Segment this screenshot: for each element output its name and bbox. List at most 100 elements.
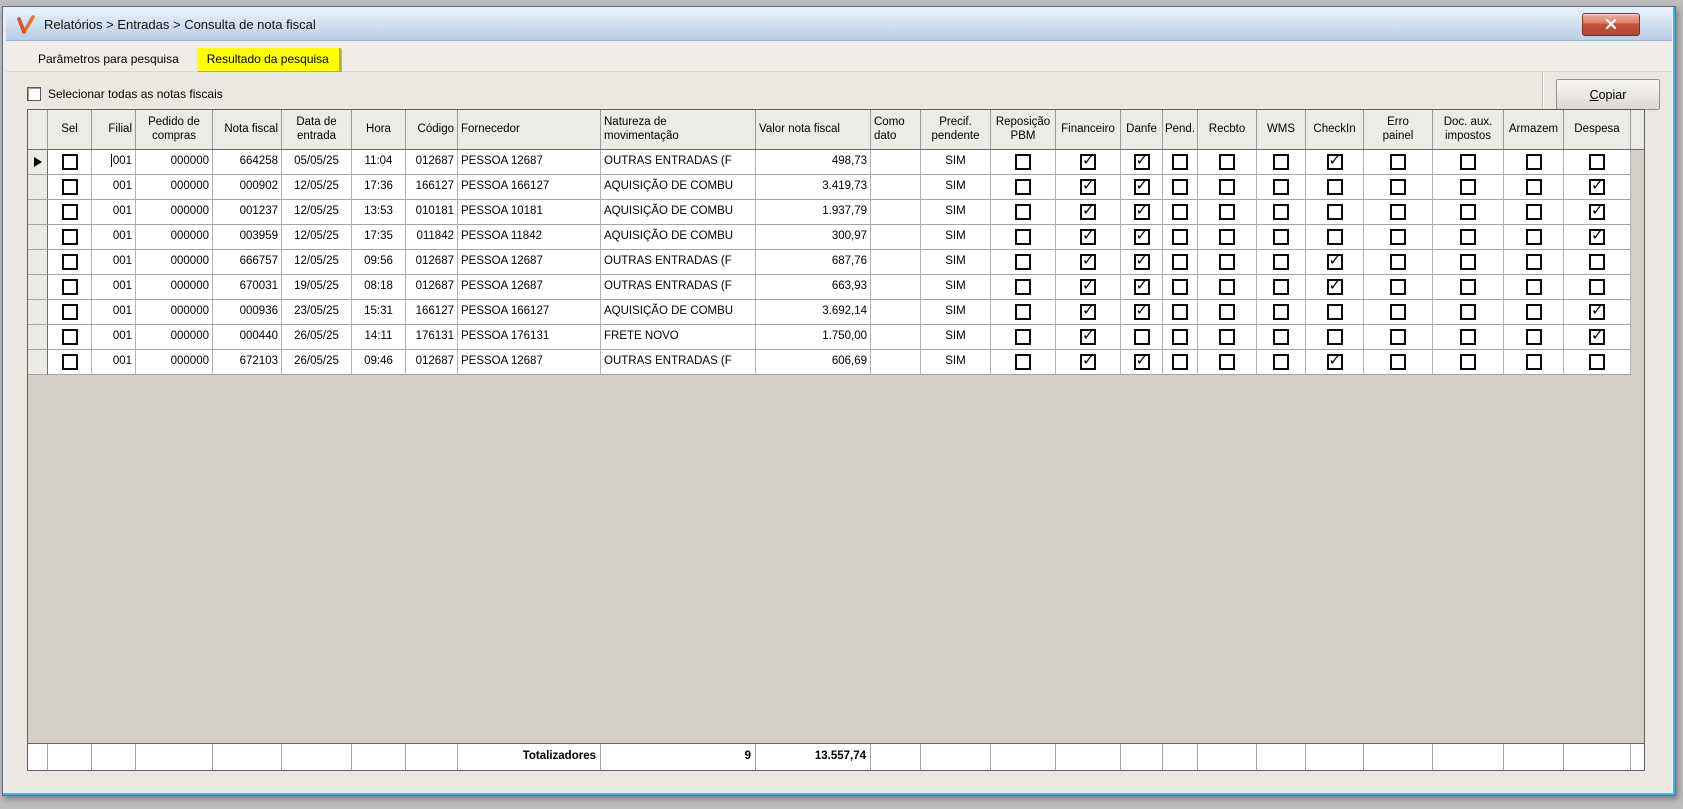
armazem-checkbox[interactable]	[1525, 354, 1542, 370]
sel-checkbox[interactable]	[61, 179, 78, 195]
tab-resultado-pesquisa[interactable]: Resultado da pesquisa	[196, 48, 341, 71]
checkin-checkbox[interactable]	[1326, 204, 1343, 220]
cell-nota[interactable]: 670031	[213, 275, 282, 300]
titlebar[interactable]: Relatórios > Entradas > Consulta de nota…	[6, 9, 1672, 41]
financeiro-checkbox[interactable]	[1080, 228, 1096, 245]
recbto-checkbox[interactable]	[1219, 179, 1235, 195]
sel-checkbox[interactable]	[61, 304, 78, 320]
cell-nota[interactable]: 003959	[213, 225, 282, 250]
cell-codigo[interactable]: 010181	[406, 200, 458, 225]
checkin-checkbox[interactable]	[1326, 278, 1343, 295]
doc_aux-checkbox[interactable]	[1460, 179, 1476, 195]
cell-valor[interactable]: 663,93	[756, 275, 871, 300]
cell-hora[interactable]: 15:31	[352, 300, 406, 325]
column-header-checkin[interactable]: CheckIn	[1306, 110, 1364, 150]
cell-codigo[interactable]: 166127	[406, 175, 458, 200]
column-header-pend[interactable]: Pend.	[1163, 110, 1198, 150]
erro_painel-checkbox[interactable]	[1390, 154, 1406, 170]
cell-natureza[interactable]: AQUISIÇÃO DE COMBU	[601, 175, 756, 200]
wms-checkbox[interactable]	[1273, 154, 1289, 170]
wms-checkbox[interactable]	[1273, 304, 1289, 320]
column-header-hora[interactable]: Hora	[352, 110, 406, 150]
cell-nota[interactable]: 666757	[213, 250, 282, 275]
armazem-checkbox[interactable]	[1525, 254, 1542, 270]
cell-data[interactable]: 12/05/25	[282, 175, 352, 200]
cell-nota[interactable]: 001237	[213, 200, 282, 225]
danfe-checkbox[interactable]	[1133, 178, 1150, 195]
erro_painel-checkbox[interactable]	[1390, 304, 1406, 320]
column-header-recbto[interactable]: Recbto	[1198, 110, 1257, 150]
sel-checkbox[interactable]	[61, 154, 78, 170]
sel-checkbox[interactable]	[61, 254, 78, 270]
cell-fornecedor[interactable]: PESSOA 12687	[458, 275, 601, 300]
sel-checkbox[interactable]	[61, 204, 78, 220]
cell-nota[interactable]: 000902	[213, 175, 282, 200]
column-header-como_dato[interactable]: Como dato	[871, 110, 921, 150]
doc_aux-checkbox[interactable]	[1460, 154, 1476, 170]
reposicao-checkbox[interactable]	[1015, 154, 1031, 170]
cell-nota[interactable]: 000440	[213, 325, 282, 350]
cell-precif[interactable]: SIM	[921, 250, 991, 275]
despesa-checkbox[interactable]	[1589, 279, 1605, 295]
cell-hora[interactable]: 17:36	[352, 175, 406, 200]
pend-checkbox[interactable]	[1172, 204, 1188, 220]
despesa-checkbox[interactable]	[1589, 154, 1605, 170]
cell-natureza[interactable]: AQUISIÇÃO DE COMBU	[601, 200, 756, 225]
cell-valor[interactable]: 606,69	[756, 350, 871, 375]
cell-pedido[interactable]: 000000	[136, 175, 213, 200]
cell-fornecedor[interactable]: PESSOA 12687	[458, 150, 601, 175]
pend-checkbox[interactable]	[1172, 254, 1188, 270]
cell-data[interactable]: 23/05/25	[282, 300, 352, 325]
armazem-checkbox[interactable]	[1525, 329, 1542, 345]
armazem-checkbox[interactable]	[1525, 154, 1542, 170]
column-header-despesa[interactable]: Despesa	[1564, 110, 1631, 150]
cell-como_dato[interactable]	[871, 150, 921, 175]
financeiro-checkbox[interactable]	[1080, 278, 1096, 295]
cell-pedido[interactable]: 000000	[136, 150, 213, 175]
cell-hora[interactable]: 09:56	[352, 250, 406, 275]
danfe-checkbox[interactable]	[1133, 153, 1150, 170]
column-header-erro_painel[interactable]: Erro painel	[1364, 110, 1433, 150]
checkin-checkbox[interactable]	[1326, 253, 1343, 270]
wms-checkbox[interactable]	[1273, 329, 1289, 345]
pend-checkbox[interactable]	[1172, 329, 1188, 345]
table-row[interactable]: 001 000000 664258 05/05/25 11:04 012687 PESSOA…	[28, 150, 1644, 175]
cell-natureza[interactable]: AQUISIÇÃO DE COMBU	[601, 300, 756, 325]
danfe-checkbox[interactable]	[1133, 303, 1150, 320]
despesa-checkbox[interactable]	[1589, 354, 1605, 370]
doc_aux-checkbox[interactable]	[1460, 279, 1476, 295]
reposicao-checkbox[interactable]	[1015, 204, 1031, 220]
cell-codigo[interactable]: 012687	[406, 275, 458, 300]
table-row[interactable]: 001 000000 003959 12/05/25 17:35 011842 PESSOA…	[28, 225, 1644, 250]
cell-precif[interactable]: SIM	[921, 225, 991, 250]
cell-codigo[interactable]: 012687	[406, 150, 458, 175]
cell-pedido[interactable]: 000000	[136, 300, 213, 325]
cell-valor[interactable]: 1.937,79	[756, 200, 871, 225]
cell-fornecedor[interactable]: PESSOA 166127	[458, 175, 601, 200]
reposicao-checkbox[interactable]	[1015, 179, 1031, 195]
recbto-checkbox[interactable]	[1219, 329, 1235, 345]
reposicao-checkbox[interactable]	[1015, 279, 1031, 295]
table-row[interactable]: 001 000000 000440 26/05/25 14:11 176131 PESSOA…	[28, 325, 1644, 350]
cell-como_dato[interactable]	[871, 325, 921, 350]
column-header-sel[interactable]: Sel	[48, 110, 92, 150]
checkin-checkbox[interactable]	[1326, 229, 1343, 245]
table-row[interactable]: 001 000000 000936 23/05/25 15:31 166127 PESSOA…	[28, 300, 1644, 325]
doc_aux-checkbox[interactable]	[1460, 354, 1476, 370]
wms-checkbox[interactable]	[1273, 204, 1289, 220]
cell-pedido[interactable]: 000000	[136, 225, 213, 250]
cell-como_dato[interactable]	[871, 225, 921, 250]
doc_aux-checkbox[interactable]	[1460, 229, 1476, 245]
wms-checkbox[interactable]	[1273, 179, 1289, 195]
column-header-natureza[interactable]: Natureza de movimentação	[601, 110, 756, 150]
cell-natureza[interactable]: AQUISIÇÃO DE COMBU	[601, 225, 756, 250]
cell-data[interactable]: 12/05/25	[282, 200, 352, 225]
sel-checkbox[interactable]	[61, 329, 78, 345]
cell-como_dato[interactable]	[871, 200, 921, 225]
financeiro-checkbox[interactable]	[1080, 203, 1096, 220]
cell-precif[interactable]: SIM	[921, 150, 991, 175]
pend-checkbox[interactable]	[1172, 229, 1188, 245]
cell-fornecedor[interactable]: PESSOA 166127	[458, 300, 601, 325]
cell-data[interactable]: 19/05/25	[282, 275, 352, 300]
checkin-checkbox[interactable]	[1326, 329, 1343, 345]
